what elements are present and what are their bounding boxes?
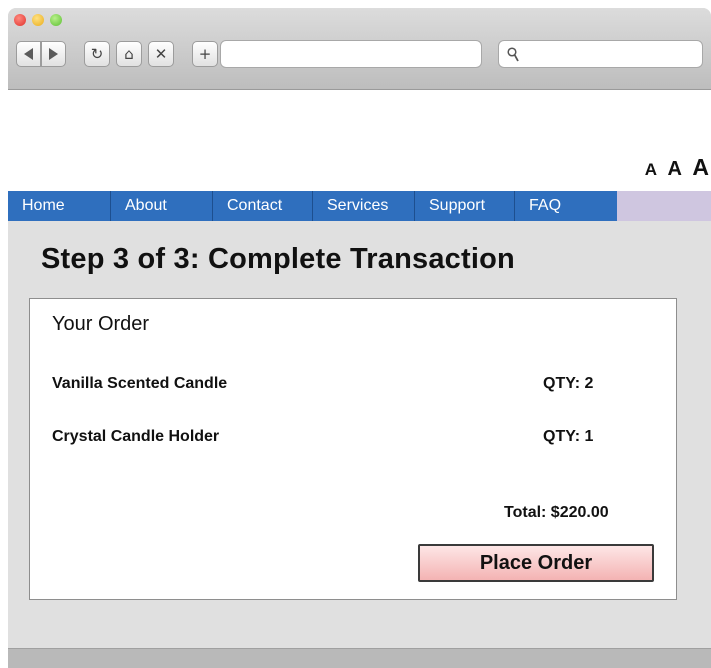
text-size-large-button[interactable]: A: [692, 154, 709, 181]
order-panel: Your Order Vanilla Scented Candle QTY: 2…: [29, 298, 677, 600]
nav-bar: Home About Contact Services Support FAQ: [8, 191, 617, 221]
site-header: A A A: [8, 90, 711, 191]
order-item-qty: QTY: 2: [543, 375, 594, 392]
order-item-qty: QTY: 1: [543, 428, 594, 445]
reload-icon: ↻: [90, 45, 104, 63]
order-item-name: Vanilla Scented Candle: [52, 375, 228, 392]
close-icon: ✕: [154, 45, 168, 63]
forward-arrow-icon: [49, 48, 58, 60]
text-size-controls: A A A: [639, 154, 709, 181]
browser-toolbar: ↻ ⌂ ✕ +: [8, 8, 711, 90]
stop-button[interactable]: ✕: [148, 41, 174, 67]
order-item-name: Crystal Candle Holder: [52, 428, 220, 445]
page-content: A A A Home About Contact Services Suppor…: [8, 90, 711, 648]
main-nav: Home About Contact Services Support FAQ: [8, 191, 711, 221]
maximize-window-button[interactable]: [50, 14, 62, 26]
close-window-button[interactable]: [14, 14, 26, 26]
home-button[interactable]: ⌂: [116, 41, 142, 67]
back-button[interactable]: [16, 41, 41, 67]
nav-item-services[interactable]: Services: [313, 191, 415, 221]
browser-window: ↻ ⌂ ✕ + A A A Home About Contact Service…: [8, 8, 711, 668]
plus-icon: +: [198, 45, 212, 63]
reload-button[interactable]: ↻: [84, 41, 110, 67]
nav-item-faq[interactable]: FAQ: [515, 191, 617, 221]
minimize-window-button[interactable]: [32, 14, 44, 26]
home-icon: ⌂: [124, 45, 134, 63]
order-heading: Your Order: [52, 313, 150, 335]
text-size-small-button[interactable]: A: [645, 160, 657, 180]
place-order-button[interactable]: Place Order: [418, 544, 654, 582]
browser-status-bar: [8, 648, 711, 668]
back-arrow-icon: [24, 48, 33, 60]
order-total: Total: $220.00: [504, 504, 609, 521]
nav-item-home[interactable]: Home: [8, 191, 111, 221]
page-title: Step 3 of 3: Complete Transaction: [41, 243, 515, 275]
nav-item-about[interactable]: About: [111, 191, 213, 221]
new-tab-button[interactable]: +: [192, 41, 218, 67]
text-size-medium-button[interactable]: A: [667, 158, 681, 181]
search-icon: [507, 47, 519, 62]
nav-item-contact[interactable]: Contact: [213, 191, 313, 221]
forward-button[interactable]: [41, 41, 66, 67]
address-bar[interactable]: [220, 40, 482, 68]
search-input[interactable]: [498, 40, 703, 68]
nav-item-support[interactable]: Support: [415, 191, 515, 221]
